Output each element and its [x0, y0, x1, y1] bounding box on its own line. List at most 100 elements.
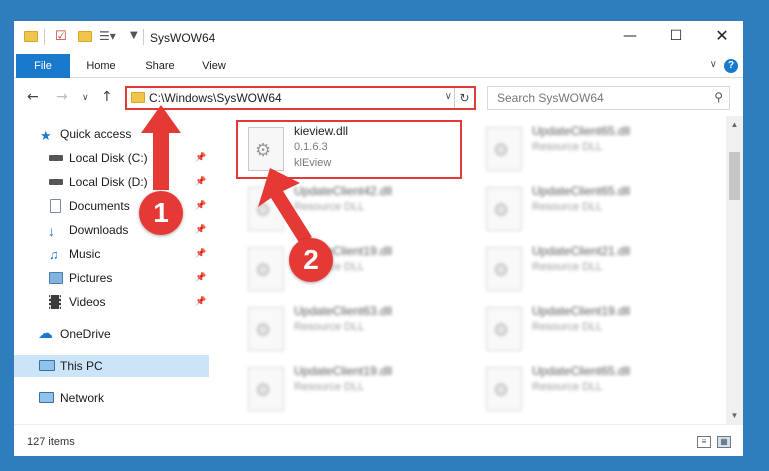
view-options-icon[interactable]: ☰▾: [99, 29, 116, 43]
scroll-thumb[interactable]: [729, 152, 740, 200]
back-arrow-icon[interactable]: ←: [27, 89, 39, 105]
customize-toolbar-icon[interactable]: ▼: [130, 30, 138, 41]
separator: [44, 29, 45, 45]
file-description: Resource DLL: [532, 321, 603, 333]
address-bar[interactable]: C:\Windows\SysWOW64 ∨ ↻: [125, 86, 476, 110]
pin-icon[interactable]: 📌: [195, 291, 206, 313]
search-icon[interactable]: ⚲: [714, 90, 723, 104]
dll-file-icon: ⚙: [486, 187, 522, 231]
file-tile[interactable]: ⚙ UpdateClient19.dll Resource DLL: [476, 301, 701, 359]
videos-icon: [49, 295, 61, 309]
new-folder-icon[interactable]: [78, 31, 92, 42]
tab-share[interactable]: Share: [135, 54, 185, 78]
tiles-view-icon[interactable]: ▦: [717, 436, 731, 448]
computer-icon: [39, 360, 55, 371]
window-title: SysWOW64: [150, 31, 216, 45]
nav-item-this-pc[interactable]: This PC: [14, 355, 209, 377]
recent-locations-icon[interactable]: ∨: [82, 93, 89, 103]
pin-icon[interactable]: 📌: [195, 195, 206, 217]
downloads-icon: ↓: [48, 223, 55, 239]
address-path[interactable]: C:\Windows\SysWOW64: [149, 91, 282, 105]
dll-file-icon: ⚙: [248, 187, 284, 231]
maximize-button[interactable]: ☐: [653, 21, 699, 51]
network-icon: [39, 392, 54, 403]
scroll-up-icon[interactable]: ▲: [726, 120, 743, 129]
nav-label: Pictures: [69, 271, 113, 285]
drive-icon: [49, 179, 63, 185]
nav-label: Music: [69, 247, 101, 261]
nav-item-music[interactable]: ♫ Music 📌: [14, 243, 209, 265]
dll-file-icon: ⚙: [486, 127, 522, 171]
close-button[interactable]: ✕: [699, 21, 743, 51]
step-2-badge: 2: [289, 238, 333, 282]
item-count: 127 items: [27, 436, 75, 448]
file-tile[interactable]: ⚙ UpdateClient21.dll Resource DLL: [476, 241, 701, 299]
nav-item-local-disk-c[interactable]: Local Disk (C:) 📌: [14, 147, 209, 169]
nav-item-pictures[interactable]: Pictures 📌: [14, 267, 209, 289]
tab-home[interactable]: Home: [76, 54, 126, 78]
file-name: UpdateClient21.dll: [532, 244, 631, 258]
title-bar: ☑ ☰▾ ▼ SysWOW64 — ☐ ✕: [14, 21, 743, 54]
file-description: Resource DLL: [294, 201, 365, 213]
nav-label: Videos: [69, 295, 106, 309]
dll-file-icon: ⚙: [248, 367, 284, 411]
file-tile[interactable]: ⚙ UpdateClient65.dll Resource DLL: [476, 361, 701, 419]
file-name: UpdateClient65.dll: [532, 364, 631, 378]
pin-icon[interactable]: 📌: [195, 267, 206, 289]
minimize-button[interactable]: —: [607, 21, 653, 51]
nav-label: Downloads: [69, 223, 129, 237]
dll-file-icon: ⚙: [486, 247, 522, 291]
ribbon-tabs: File Home Share View ∨ ?: [14, 54, 743, 78]
step-1-badge: 1: [139, 191, 183, 235]
vertical-scrollbar[interactable]: ▲ ▼: [726, 116, 743, 424]
pin-icon[interactable]: 📌: [195, 219, 206, 241]
file-description: Resource DLL: [532, 261, 603, 273]
nav-label: Documents: [69, 199, 130, 213]
tab-file[interactable]: File: [16, 54, 70, 78]
nav-item-onedrive[interactable]: ☁ OneDrive: [14, 323, 209, 345]
ribbon-expand-icon[interactable]: ∨: [710, 59, 717, 70]
address-row: ← → ∨ ↑ C:\Windows\SysWOW64 ∨ ↻ Search S…: [14, 78, 743, 116]
file-tile[interactable]: ⚙ UpdateClient65.dll Resource DLL: [476, 181, 701, 239]
file-description: Resource DLL: [294, 381, 365, 393]
nav-item-network[interactable]: Network: [14, 387, 209, 409]
file-tile[interactable]: ⚙ UpdateClient65.dll Resource DLL: [476, 121, 701, 179]
up-arrow-icon[interactable]: ↑: [101, 89, 113, 105]
nav-label: Local Disk (C:): [69, 151, 148, 165]
pin-icon[interactable]: 📌: [195, 147, 206, 169]
help-icon[interactable]: ?: [724, 59, 738, 73]
forward-arrow-icon[interactable]: →: [56, 89, 68, 105]
nav-item-quick-access[interactable]: ★ Quick access: [14, 123, 209, 145]
details-view-icon[interactable]: ≡: [697, 436, 711, 448]
file-tile[interactable]: ⚙ UpdateClient42.dll Resource DLL: [238, 181, 463, 239]
file-name: UpdateClient65.dll: [532, 184, 631, 198]
file-name: UpdateClient42.dll: [294, 184, 393, 198]
search-input[interactable]: Search SysWOW64: [497, 91, 604, 105]
pin-icon[interactable]: 📌: [195, 171, 206, 193]
file-tile[interactable]: ⚙ UpdateClient19.dll Resource DLL: [238, 241, 463, 299]
chevron-down-icon[interactable]: ∨: [445, 91, 452, 102]
nav-label: Network: [60, 391, 105, 405]
search-box[interactable]: Search SysWOW64 ⚲: [487, 86, 730, 110]
pin-icon[interactable]: 📌: [195, 243, 206, 265]
dll-file-icon: ⚙: [486, 307, 522, 351]
navigation-pane: ★ Quick access Local Disk (C:) 📌 Local D…: [14, 116, 209, 424]
scroll-down-icon[interactable]: ▼: [726, 411, 743, 420]
nav-label: Quick access: [60, 127, 132, 141]
file-tile[interactable]: ⚙ UpdateClient63.dll Resource DLL: [238, 301, 463, 359]
file-description: Resource DLL: [294, 321, 365, 333]
file-tile[interactable]: ⚙ UpdateClient19.dll Resource DLL: [238, 361, 463, 419]
nav-item-local-disk-d[interactable]: Local Disk (D:) 📌: [14, 171, 209, 193]
documents-icon: [50, 199, 61, 213]
properties-icon[interactable]: ☑: [55, 29, 67, 44]
tab-view[interactable]: View: [191, 54, 237, 78]
nav-item-videos[interactable]: Videos 📌: [14, 291, 209, 313]
file-description: Resource DLL: [532, 201, 603, 213]
star-icon: ★: [40, 128, 52, 143]
refresh-icon[interactable]: ↻: [454, 88, 474, 108]
nav-label: Local Disk (D:): [69, 175, 148, 189]
highlight-box: [236, 120, 462, 179]
dll-file-icon: ⚙: [486, 367, 522, 411]
file-name: UpdateClient63.dll: [294, 304, 393, 318]
drive-icon: [49, 155, 63, 161]
